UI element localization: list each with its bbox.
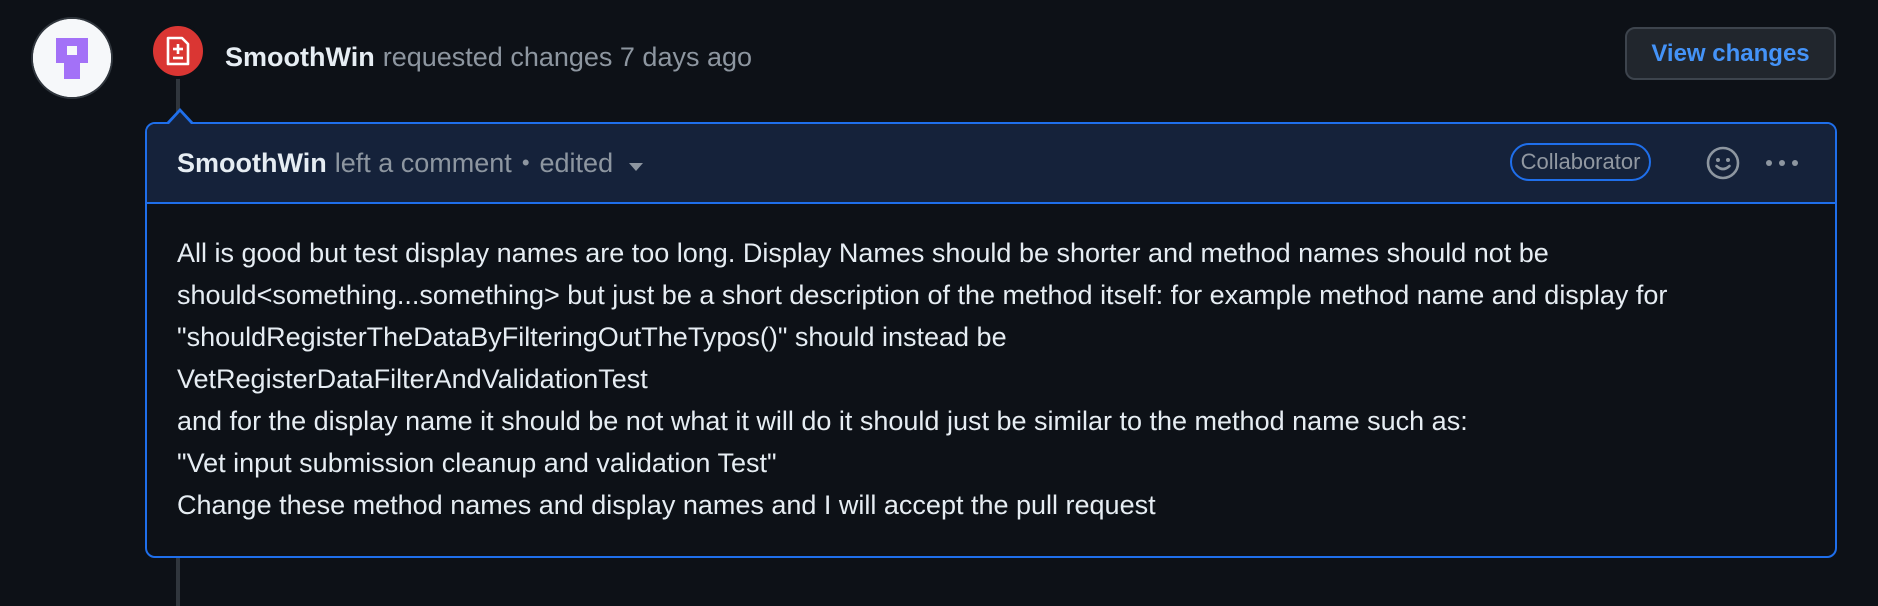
file-diff-icon [166,36,190,66]
changes-requested-badge [150,23,206,79]
comment-line: "shouldRegisterTheDataByFilteringOutTheT… [177,322,1007,352]
edited-dropdown[interactable]: edited [540,148,614,179]
comment-line: Change these method names and display na… [177,490,1156,520]
view-changes-button[interactable]: View changes [1625,27,1836,80]
comment-pointer-fill [169,112,191,124]
chevron-down-icon[interactable] [629,163,644,171]
collaborator-badge: Collaborator [1510,143,1651,181]
comment-author-link[interactable]: SmoothWin [177,148,327,179]
comment-options-button[interactable] [1762,144,1802,182]
comment-line: "Vet input submission cleanup and valida… [177,448,777,478]
comment-line: VetRegisterDataFilterAndValidationTest [177,364,648,394]
smiley-icon [1706,146,1740,180]
comment-line: All is good but test display names are t… [177,238,1549,268]
review-event-text: requested changes 7 days ago [382,41,753,72]
identicon-icon [33,19,111,97]
comment-body: All is good but test display names are t… [147,204,1835,526]
avatar[interactable] [31,17,113,99]
comment-header: SmoothWin left a comment • edited Collab… [147,124,1835,204]
comment-line: should<something...something> but just b… [177,280,1668,310]
kebab-horizontal-icon [1766,160,1798,166]
comment-meta: left a comment [334,147,512,178]
separator-dot: • [521,150,530,175]
review-comment: SmoothWin left a comment • edited Collab… [145,122,1837,558]
comment-line: and for the display name it should be no… [177,406,1468,436]
review-author-link[interactable]: SmoothWin [225,42,375,73]
add-reaction-button[interactable] [1704,144,1742,182]
review-event: SmoothWin requested changes 7 days ago [225,33,752,81]
